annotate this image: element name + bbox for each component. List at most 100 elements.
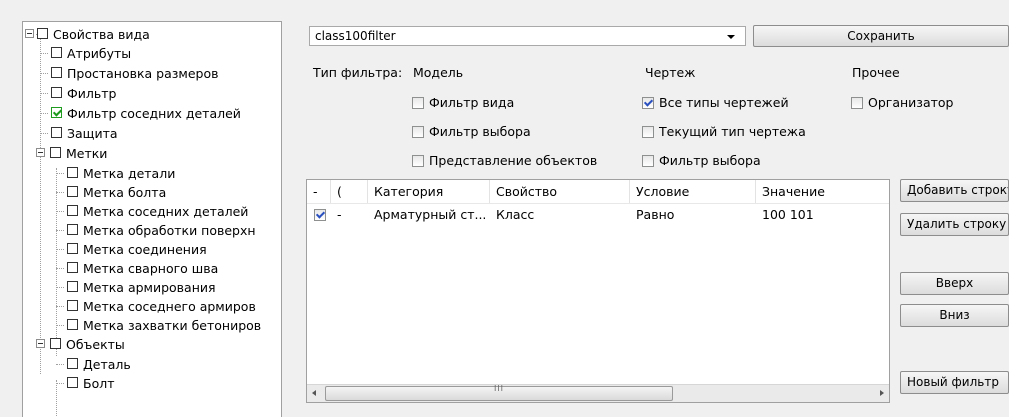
save-button[interactable]: Сохранить [753,25,1009,47]
grid-header-cell[interactable]: Значение [756,180,889,203]
tree-label: Метка сварного шва [83,261,219,276]
tree-node-weld-mark[interactable]: Метка сварного шва [56,259,219,278]
value-cell[interactable]: 100 101 [756,205,814,225]
grid-header-cell[interactable]: Условие [630,180,756,203]
tree-label: Метка захватки бетониров [83,318,262,333]
condition-cell[interactable]: Равно [630,205,674,225]
filter-name-combobox[interactable]: class100filter [309,26,746,46]
scroll-left-icon[interactable] [312,390,316,396]
grid-header-cell[interactable]: - [307,180,331,203]
tree-node-bolt[interactable]: Болт [56,374,115,393]
current-drawing-type-option[interactable]: Текущий тип чертежа [642,124,806,139]
tree-label: Фильтр соседних деталей [67,106,241,121]
filter-name-value: class100filter [315,29,396,43]
table-row[interactable]: - Арматурный ст... Класс Равно 100 101 [307,204,889,225]
other-column-label: Прочее [852,65,900,80]
delete-row-button[interactable]: Удалить строку [900,213,1009,236]
tree-label: Деталь [83,357,131,372]
scroll-right-icon[interactable] [880,390,884,396]
filter-rules-grid[interactable]: - ( Категория Свойство Условие Значение … [306,179,890,403]
tree-node-neighbor-rebar-mark[interactable]: Метка соседнего армиров [56,297,256,316]
tree-checkbox[interactable] [67,186,78,197]
collapse-icon[interactable] [36,148,45,157]
all-drawing-types-option[interactable]: Все типы чертежей [642,95,789,110]
object-representation-option[interactable]: Представление объектов [412,153,597,168]
tree-node-part[interactable]: Деталь [56,355,131,374]
checkbox[interactable] [642,154,654,167]
tree-checkbox[interactable] [67,167,78,178]
checkbox[interactable] [412,125,424,138]
tree-node-part-mark[interactable]: Метка детали [56,164,175,183]
view-properties-tree[interactable]: Свойства вида Атрибуты Простановка разме… [22,21,282,417]
scrollbar-thumb[interactable]: III [325,384,673,401]
grid-header-cell[interactable]: Категория [368,180,490,203]
row-checkbox-cell[interactable] [310,205,331,225]
tree-node-pour-mark[interactable]: Метка захватки бетониров [56,316,262,335]
new-filter-button[interactable]: Новый фильтр [900,371,1009,394]
tree-node-connection-mark[interactable]: Метка соединения [56,240,207,259]
checkbox[interactable] [412,96,424,109]
tree-label: Атрибуты [67,46,132,61]
tree-checkbox[interactable] [37,28,48,39]
tree-node-objects[interactable]: Объекты [36,335,125,354]
grid-header-cell[interactable]: ( [331,180,368,203]
tree-label: Метка соседних деталей [83,204,249,219]
tree-checkbox[interactable] [51,127,62,138]
tree-checkbox[interactable] [67,224,78,235]
tree-node-protection[interactable]: Защита [40,124,118,143]
tree-node-neighbor-part-mark[interactable]: Метка соседних деталей [56,202,249,221]
tree-checkbox[interactable] [67,243,78,254]
grid-header-row: - ( Категория Свойство Условие Значение [307,180,889,204]
tree-checkbox[interactable] [51,47,62,58]
organizer-option[interactable]: Организатор [851,95,953,110]
checkbox[interactable] [851,96,863,109]
tree-node-rebar-mark[interactable]: Метка армирования [56,278,216,297]
move-up-button[interactable]: Вверх [900,272,1009,295]
tree-node-view-properties[interactable]: Свойства вида [25,25,150,44]
collapse-icon[interactable] [36,339,45,348]
thumb-grip: III [493,384,505,393]
tree-node-dimensioning[interactable]: Простановка размеров [40,64,218,83]
tree-checkbox[interactable] [51,87,62,98]
tree-checkbox[interactable] [67,377,78,388]
option-label: Организатор [868,95,954,110]
tree-label: Свойства вида [53,27,150,42]
tree-checkbox[interactable] [51,67,62,78]
tree-node-neighbor-part-filter[interactable]: Фильтр соседних деталей [40,104,241,123]
tree-checkbox-checked[interactable] [51,107,62,118]
category-cell[interactable]: Арматурный ст... [368,205,486,225]
horizontal-scrollbar[interactable]: III [307,384,889,402]
filter-type-label: Тип фильтра: [313,65,403,80]
tree-node-marks[interactable]: Метки [36,144,107,163]
move-down-button[interactable]: Вниз [900,304,1009,327]
checkbox[interactable] [642,125,654,138]
collapse-icon[interactable] [25,29,34,38]
checkbox[interactable] [412,154,424,167]
tree-label: Фильтр [67,86,117,101]
tree-checkbox[interactable] [50,147,61,158]
view-filter-option[interactable]: Фильтр вида [412,95,514,110]
tree-node-filter[interactable]: Фильтр [40,84,117,103]
grid-header-cell[interactable]: Свойство [490,180,630,203]
tree-checkbox[interactable] [67,358,78,369]
paren-cell[interactable]: - [331,205,342,225]
tree-checkbox[interactable] [50,338,61,349]
tree-node-attributes[interactable]: Атрибуты [40,44,132,63]
tree-checkbox[interactable] [67,319,78,330]
tree-checkbox[interactable] [67,205,78,216]
tree-checkbox[interactable] [67,281,78,292]
tree-checkbox[interactable] [67,262,78,273]
tree-label: Болт [83,376,115,391]
tree-node-bolt-mark[interactable]: Метка болта [56,183,166,202]
dropdown-arrow-icon[interactable] [727,35,735,39]
tree-label: Метка армирования [83,280,216,295]
tree-label: Метка обработки поверхн [83,223,256,238]
checkbox-checked[interactable] [642,96,654,109]
drawing-selection-filter-option[interactable]: Фильтр выбора [642,153,761,168]
add-row-button[interactable]: Добавить строку [900,179,1009,202]
tree-node-surface-mark[interactable]: Метка обработки поверхн [56,221,256,240]
selection-filter-option[interactable]: Фильтр выбора [412,124,531,139]
tree-checkbox[interactable] [67,300,78,311]
property-cell[interactable]: Класс [490,205,534,225]
checkbox-checked[interactable] [314,208,326,221]
